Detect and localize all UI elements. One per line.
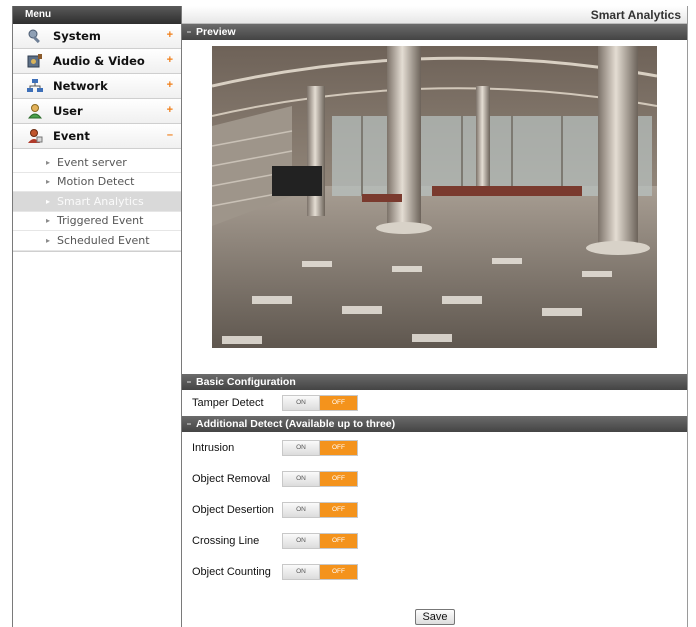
toggle-on-button[interactable]: ON: [283, 533, 320, 548]
network-icon: [25, 78, 45, 94]
setting-row-object-removal: Object Removal ON OFF: [182, 463, 687, 494]
toggle-off-button[interactable]: OFF: [320, 564, 357, 579]
user-icon: [25, 103, 45, 119]
toggle-on-button[interactable]: ON: [283, 502, 320, 517]
intrusion-toggle[interactable]: ON OFF: [282, 439, 358, 456]
toggle-off-button[interactable]: OFF: [320, 533, 357, 548]
setting-label: Object Counting: [192, 565, 271, 578]
object-counting-toggle[interactable]: ON OFF: [282, 563, 358, 580]
toggle-on-button[interactable]: ON: [283, 471, 320, 486]
save-area: Save: [182, 609, 688, 625]
collapse-icon[interactable]: –: [167, 129, 173, 141]
setting-label: Tamper Detect: [192, 397, 264, 409]
menu-item-user[interactable]: User +: [13, 99, 181, 124]
setting-row-object-counting: Object Counting ON OFF: [182, 556, 687, 587]
menu-item-system[interactable]: System +: [13, 24, 181, 49]
toggle-off-button[interactable]: OFF: [320, 396, 357, 410]
camera-preview-image: [212, 46, 657, 348]
save-button[interactable]: Save: [415, 609, 455, 625]
expand-icon[interactable]: +: [167, 104, 173, 116]
object-desertion-toggle[interactable]: ON OFF: [282, 501, 358, 518]
preview-section-header: Preview: [182, 24, 687, 40]
setting-label: Crossing Line: [192, 534, 260, 547]
menu-item-label: User: [53, 104, 83, 118]
toggle-on-button[interactable]: ON: [283, 564, 320, 579]
preview-area: [182, 40, 687, 374]
object-removal-toggle[interactable]: ON OFF: [282, 470, 358, 487]
menu-item-audio-video[interactable]: Audio & Video +: [13, 49, 181, 74]
menu-item-label: Network: [53, 79, 108, 93]
basic-configuration-header: Basic Configuration: [182, 374, 687, 390]
toggle-on-button[interactable]: ON: [283, 440, 320, 455]
setting-row-object-desertion: Object Desertion ON OFF: [182, 494, 687, 525]
crossing-line-toggle[interactable]: ON OFF: [282, 532, 358, 549]
submenu-item-event-server[interactable]: Event server: [13, 153, 181, 173]
menu-item-network[interactable]: Network +: [13, 74, 181, 99]
toggle-on-button[interactable]: ON: [283, 396, 320, 410]
event-submenu: Event server Motion Detect Smart Analyti…: [13, 149, 181, 252]
setting-row-intrusion: Intrusion ON OFF: [182, 432, 687, 463]
expand-icon[interactable]: +: [167, 29, 173, 41]
sidebar-menu: Menu System + Audio & Video + Network + …: [12, 6, 182, 627]
toggle-off-button[interactable]: OFF: [320, 440, 357, 455]
submenu-item-smart-analytics[interactable]: Smart Analytics: [13, 192, 181, 212]
setting-row-tamper-detect: Tamper Detect ON OFF: [182, 390, 687, 416]
toggle-off-button[interactable]: OFF: [320, 502, 357, 517]
event-icon: [25, 128, 45, 144]
expand-icon[interactable]: +: [167, 79, 173, 91]
setting-label: Object Desertion: [192, 503, 274, 516]
menu-item-label: System: [53, 29, 101, 43]
expand-icon[interactable]: +: [167, 54, 173, 66]
additional-detect-header: Additional Detect (Available up to three…: [182, 416, 687, 432]
submenu-item-triggered-event[interactable]: Triggered Event: [13, 212, 181, 231]
video-icon: [25, 53, 45, 69]
menu-item-label: Audio & Video: [53, 54, 145, 68]
menu-item-event[interactable]: Event –: [13, 124, 181, 149]
setting-label: Object Removal: [192, 472, 271, 485]
main-content: Smart Analytics Preview Basic Configurat…: [182, 6, 688, 627]
submenu-item-scheduled-event[interactable]: Scheduled Event: [13, 231, 181, 251]
setting-row-crossing-line: Crossing Line ON OFF: [182, 525, 687, 556]
wrench-icon: [25, 28, 45, 44]
toggle-off-button[interactable]: OFF: [320, 471, 357, 486]
page-title: Smart Analytics: [182, 6, 687, 24]
setting-label: Intrusion: [192, 441, 235, 454]
tamper-detect-toggle[interactable]: ON OFF: [282, 395, 358, 411]
menu-item-label: Event: [53, 129, 90, 143]
menu-header: Menu: [13, 6, 181, 24]
submenu-item-motion-detect[interactable]: Motion Detect: [13, 173, 181, 192]
